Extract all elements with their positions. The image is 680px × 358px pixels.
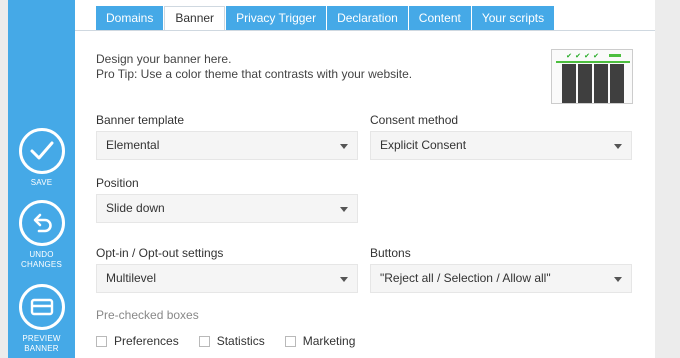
banner-thumbnail: ✔ ✔ ✔ ✔: [551, 49, 633, 104]
chevron-down-icon: [340, 207, 348, 212]
tab-domains[interactable]: Domains: [96, 6, 164, 31]
optin-select[interactable]: Multilevel: [96, 264, 358, 293]
preview-banner-button[interactable]: PREVIEW BANNER: [8, 284, 75, 354]
intro-text: Design your banner here. Pro Tip: Use a …: [96, 52, 516, 82]
thumb-bar: [556, 61, 630, 63]
marketing-label: Marketing: [302, 334, 356, 348]
preferences-label: Preferences: [114, 334, 179, 348]
preview-label-2: BANNER: [24, 344, 59, 353]
tab-privacy-trigger[interactable]: Privacy Trigger: [226, 6, 327, 31]
buttons-value: "Reject all / Selection / Allow all": [380, 271, 551, 285]
preview-label-1: PREVIEW: [22, 334, 61, 343]
intro-line-1: Design your banner here.: [96, 52, 232, 66]
thumb-button: [609, 54, 621, 57]
thumb-col-divider: [592, 64, 594, 103]
sidebar: SAVE UNDO CHANGES PREVIEW BANNER: [8, 0, 75, 358]
thumb-col-divider: [608, 64, 610, 103]
prechecked-row: Preferences Statistics Marketing: [96, 334, 375, 348]
save-button[interactable]: SAVE: [8, 128, 75, 188]
checkbox-box[interactable]: [96, 335, 107, 347]
intro-line-2: Pro Tip: Use a color theme that contrast…: [96, 67, 413, 81]
buttons-label: Buttons: [370, 246, 411, 260]
statistics-checkbox[interactable]: Statistics: [198, 334, 265, 348]
check-icon: [18, 128, 65, 174]
app-window: SAVE UNDO CHANGES PREVIEW BANNER Domains…: [0, 0, 680, 358]
save-label: SAVE: [30, 178, 53, 187]
chevron-down-icon: [340, 144, 348, 149]
preferences-checkbox[interactable]: Preferences: [96, 334, 179, 348]
undo-icon: [18, 200, 65, 246]
banner-template-value: Elemental: [106, 138, 160, 152]
tab-your-scripts[interactable]: Your scripts: [471, 6, 555, 31]
tab-content[interactable]: Content: [408, 6, 471, 31]
undo-changes-button[interactable]: UNDO CHANGES: [8, 200, 75, 270]
tab-bar: Domains Banner Privacy Trigger Declarati…: [96, 6, 555, 31]
banner-settings-panel: Domains Banner Privacy Trigger Declarati…: [75, 0, 655, 358]
checkbox-box[interactable]: [284, 335, 296, 347]
page-background: [655, 0, 680, 358]
consent-method-value: Explicit Consent: [380, 138, 467, 152]
undo-label-1: UNDO: [29, 250, 54, 259]
thumb-columns: [562, 64, 624, 103]
preview-icon: [18, 284, 65, 330]
thumb-col-divider: [576, 64, 578, 103]
position-label: Position: [96, 176, 139, 190]
banner-template-label: Banner template: [96, 113, 185, 127]
consent-method-label: Consent method: [370, 113, 459, 127]
tab-banner[interactable]: Banner: [164, 6, 226, 31]
chevron-down-icon: [614, 277, 622, 282]
marketing-checkbox[interactable]: Marketing: [284, 334, 356, 348]
consent-method-select[interactable]: Explicit Consent: [370, 131, 632, 160]
checkbox-box[interactable]: [198, 335, 210, 347]
position-select[interactable]: Slide down: [96, 194, 358, 223]
tab-declaration[interactable]: Declaration: [327, 6, 408, 31]
statistics-label: Statistics: [216, 334, 265, 348]
position-value: Slide down: [106, 201, 165, 215]
buttons-select[interactable]: "Reject all / Selection / Allow all": [370, 264, 632, 293]
banner-template-select[interactable]: Elemental: [96, 131, 358, 160]
optin-label: Opt-in / Opt-out settings: [96, 246, 224, 260]
chevron-down-icon: [614, 144, 622, 149]
optin-value: Multilevel: [106, 271, 157, 285]
thumb-check-icon: ✔: [593, 53, 599, 60]
tab-divider: [75, 30, 655, 31]
prechecked-label: Pre-checked boxes: [96, 308, 199, 322]
undo-label-2: CHANGES: [21, 260, 62, 269]
chevron-down-icon: [340, 277, 348, 282]
